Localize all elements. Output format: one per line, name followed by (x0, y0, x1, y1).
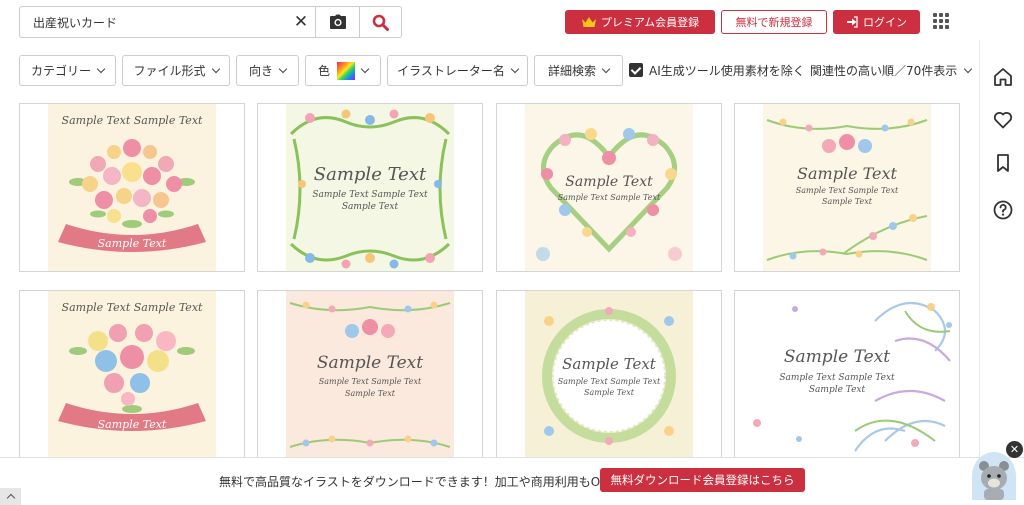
green-vine-frame-illustration (286, 104, 454, 271)
banner-signup-button[interactable]: 無料ダウンロード会員登録はこちら (600, 468, 805, 492)
sample-text-small: Sample Text Sample Text (61, 114, 203, 127)
sample-text-line: Sample Text Sample Text (318, 377, 422, 386)
illustration-card[interactable]: Sample Text Sample Text Sample Text Samp… (257, 103, 483, 272)
scroll-to-top-button[interactable] (0, 488, 21, 505)
login-button[interactable]: ログイン (833, 10, 920, 34)
camera-icon (329, 14, 346, 29)
sample-text-line: Sample Text (345, 389, 395, 398)
category-filter-label: カテゴリー (30, 64, 91, 78)
search-input[interactable] (20, 7, 287, 37)
sample-text-line: Sample Text (584, 388, 634, 397)
apps-menu-icon (945, 13, 949, 17)
sample-text-line: Sample Text Sample Text (779, 373, 895, 383)
apps-menu-icon (939, 13, 943, 17)
file-format-filter-label: ファイル形式 (133, 64, 206, 78)
heart-icon[interactable] (992, 109, 1014, 131)
home-icon[interactable] (992, 66, 1014, 88)
apps-menu-icon (945, 19, 949, 23)
apps-menu-icon (945, 25, 949, 29)
advanced-search-filter[interactable]: 詳細検索 (534, 55, 623, 86)
sample-text-small: Sample Text Sample Text (61, 301, 203, 314)
mascot-avatar[interactable] (972, 452, 1016, 500)
apps-menu-icon (933, 19, 937, 23)
illustration-card[interactable]: Sample Text Sample Text Sample Text Samp… (496, 290, 722, 459)
close-banner-button[interactable]: ✕ (1006, 441, 1023, 458)
ai-exclude-label: AI生成ツール使用素材を除く (649, 64, 805, 78)
sample-text-title: Sample Text (783, 347, 891, 367)
illustration-card[interactable]: Sample Text Sample Text Sample Text (19, 290, 245, 459)
category-filter[interactable]: カテゴリー (19, 55, 116, 86)
sort-label: 関連性の高い順／70件表示 (810, 64, 958, 78)
pastel-floral-card-illustration (286, 291, 454, 458)
clear-search-button[interactable]: ✕ (287, 7, 315, 37)
image-search-button[interactable] (315, 7, 359, 37)
illustration-card[interactable]: Sample Text Sample Text Sample Text (19, 103, 245, 272)
search-button[interactable] (359, 7, 401, 37)
chevron-down-icon (211, 64, 220, 74)
crown-icon (581, 17, 596, 27)
color-filter-label: 色 (317, 64, 330, 78)
search-icon (372, 14, 389, 31)
sample-text-line: Sample Text Sample Text (557, 377, 661, 386)
apps-menu-icon (933, 13, 937, 17)
sample-text-title: Sample Text (316, 353, 424, 373)
file-format-filter[interactable]: ファイル形式 (122, 55, 230, 86)
sample-text-title: Sample Text (313, 164, 427, 185)
sample-text-ribbon: Sample Text (97, 237, 167, 250)
free-signup-label: 無料で新規登録 (735, 16, 813, 29)
color-filter[interactable]: 色 (305, 55, 381, 86)
apps-menu-icon (939, 25, 943, 29)
illustration-card[interactable]: Sample Text Sample Text Sample Text Samp… (257, 290, 483, 459)
login-icon (847, 16, 858, 28)
rose-heart-bouquet-illustration (48, 291, 216, 458)
illustrator-filter-label: イラストレーター名 (397, 64, 505, 78)
chevron-down-icon (601, 64, 611, 74)
sample-text-line: Sample Text Sample Text (312, 190, 428, 200)
close-icon: ✕ (1009, 443, 1020, 456)
illustrator-filter[interactable]: イラストレーター名 (387, 55, 528, 86)
sample-text-title: Sample Text (562, 355, 656, 373)
bear-mascot-icon (979, 461, 1009, 500)
free-signup-button[interactable]: 無料で新規登録 (721, 10, 827, 34)
premium-signup-button[interactable]: プレミアム会員登録 (565, 10, 715, 34)
banner-text: 無料で高品質なイラストをダウンロードできます！加工や商用利用もOK！ (219, 475, 621, 489)
sample-text-ribbon: Sample Text (97, 418, 167, 431)
lace-circle-frame-illustration (525, 291, 693, 458)
sort-dropdown[interactable]: 関連性の高い順／70件表示 (810, 62, 973, 79)
orientation-filter[interactable]: 向き (236, 55, 299, 86)
sample-text-line: Sample Text Sample Text (557, 193, 661, 202)
sample-text-line: Sample Text Sample Text (795, 186, 899, 195)
color-swatch-icon (337, 61, 355, 80)
search-bar: ✕ (19, 6, 402, 38)
close-icon: ✕ (293, 12, 309, 32)
chevron-down-icon (964, 64, 973, 74)
sample-text-line: Sample Text (341, 202, 399, 212)
help-icon[interactable] (992, 199, 1014, 221)
bookmark-icon[interactable] (992, 152, 1014, 174)
chevron-down-icon (278, 64, 288, 74)
advanced-search-label: 詳細検索 (547, 64, 596, 78)
side-nav (979, 40, 1024, 460)
apps-menu-button[interactable] (933, 13, 949, 29)
login-label: ログイン (863, 16, 907, 29)
signup-banner: 無料で高品質なイラストをダウンロードできます！加工や商用利用もOK！ 無料ダウン… (0, 457, 1024, 505)
ai-exclude-checkbox[interactable] (629, 63, 643, 77)
chevron-down-icon (96, 64, 106, 74)
orientation-filter-label: 向き (248, 64, 273, 78)
illustration-card[interactable]: Sample Text Sample Text Sample Text Samp… (734, 103, 960, 272)
chevron-down-icon (360, 64, 370, 74)
illustration-card[interactable]: Sample Text Sample Text Sample Text (496, 103, 722, 272)
sample-text-title: Sample Text (565, 174, 653, 190)
apps-menu-icon (933, 25, 937, 29)
chevron-down-icon (510, 64, 520, 74)
sample-text-line: Sample Text (808, 385, 866, 395)
sample-text-line: Sample Text (822, 197, 872, 206)
premium-signup-label: プレミアム会員登録 (600, 16, 700, 29)
apps-menu-icon (939, 19, 943, 23)
banner-signup-label: 無料ダウンロード会員登録はこちら (610, 473, 795, 487)
illustration-card[interactable]: Sample Text Sample Text Sample Text Samp… (734, 290, 960, 459)
sample-text-title: Sample Text (797, 164, 897, 183)
